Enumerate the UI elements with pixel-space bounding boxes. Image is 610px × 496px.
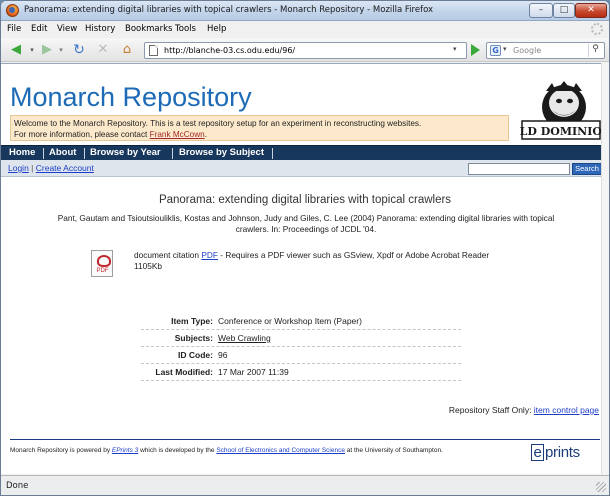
minimize-button[interactable]: – — [529, 3, 553, 18]
search-engine-dropdown[interactable]: ▾ — [503, 45, 507, 53]
create-account-link[interactable]: Create Account — [36, 163, 94, 173]
pdf-link[interactable]: PDF — [201, 250, 218, 260]
eprints-logo[interactable]: e prints — [531, 444, 601, 464]
login-link[interactable]: Login — [8, 163, 29, 173]
menu-tools[interactable]: Tools — [175, 24, 196, 34]
nav-home[interactable]: Home — [9, 147, 35, 158]
site-title: Monarch Repository — [10, 82, 252, 112]
page-content: Monarch Repository Welcome to the Monarc… — [1, 63, 609, 474]
site-nav-menu: Home About Browse by Year Browse by Subj… — [1, 145, 609, 160]
meta-value: 17 Mar 2007 11:39 — [218, 367, 289, 377]
forward-button[interactable]: ▶ — [37, 42, 57, 58]
footer-middle: which is developed by the — [138, 447, 217, 454]
footer-divider — [10, 439, 600, 440]
menu-edit[interactable]: Edit — [31, 24, 47, 34]
menu-file[interactable]: File — [7, 24, 21, 34]
search-icon[interactable]: ⚲ — [588, 44, 602, 57]
document-description: document citation PDF - Requires a PDF v… — [134, 250, 574, 272]
stop-button[interactable]: ✕ — [93, 42, 113, 58]
reload-button[interactable]: ↻ — [69, 42, 89, 58]
doc-suffix: - Requires a PDF viewer such as GSview, … — [217, 250, 490, 260]
doc-size: 1105Kb — [134, 261, 162, 271]
staff-label: Repository Staff Only: — [448, 405, 534, 415]
staff-only-line: Repository Staff Only: item control page — [449, 405, 599, 415]
welcome-contact-prefix: For more information, please contact — [14, 130, 150, 139]
menu-bookmarks[interactable]: Bookmarks — [125, 24, 173, 34]
metadata-table: Item Type: Conference or Workshop Item (… — [141, 313, 461, 381]
menu-help[interactable]: Help — [207, 24, 226, 34]
subject-link[interactable]: Web Crawling — [218, 333, 271, 343]
welcome-line: Welcome to the Monarch Repository. This … — [14, 119, 422, 128]
url-history-dropdown[interactable]: ▾ — [453, 45, 457, 53]
table-row: Item Type: Conference or Workshop Item (… — [141, 313, 461, 330]
table-row: Last Modified: 17 Mar 2007 11:39 — [141, 364, 461, 381]
meta-key: Subjects: — [174, 333, 213, 343]
menu-bar: File Edit View History Bookmarks Tools H… — [1, 21, 609, 38]
activity-throbber-icon — [591, 23, 603, 35]
browser-window: Panorama: extending digital libraries wi… — [0, 0, 610, 496]
doc-prefix: document citation — [134, 250, 202, 260]
vertical-scrollbar[interactable] — [601, 63, 609, 474]
welcome-message: Welcome to the Monarch Repository. This … — [10, 115, 509, 141]
school-link[interactable]: School of Electronics and Computer Scien… — [216, 447, 345, 454]
footer-prefix: Monarch Repository is powered by — [10, 447, 112, 454]
window-title: Panorama: extending digital libraries wi… — [24, 5, 434, 15]
meta-key: Item Type: — [171, 316, 213, 326]
back-button[interactable]: ◀ — [5, 42, 27, 58]
home-button[interactable]: ⌂ — [116, 42, 138, 58]
account-bar: Login | Create Account Search — [1, 160, 609, 177]
site-search-input[interactable] — [468, 163, 570, 175]
back-history-dropdown[interactable]: ▾ — [27, 42, 37, 58]
login-links: Login | Create Account — [8, 163, 94, 173]
eprints-logo-text: prints — [545, 444, 580, 461]
firefox-icon — [6, 4, 19, 17]
nav-browse-by-subject[interactable]: Browse by Subject — [179, 147, 264, 158]
url-text[interactable]: http://blanche-03.cs.odu.edu/96/ — [164, 46, 295, 55]
status-text: Done — [6, 481, 29, 491]
forward-history-dropdown[interactable]: ▾ — [56, 42, 66, 58]
meta-value: Conference or Workshop Item (Paper) — [218, 316, 362, 326]
contact-link[interactable]: Frank McCown — [150, 130, 205, 139]
search-input[interactable]: Google — [513, 46, 541, 55]
meta-key: ID Code: — [178, 350, 213, 360]
table-row: Subjects: Web Crawling — [141, 330, 461, 347]
google-engine-icon[interactable]: G — [490, 45, 501, 56]
navigation-toolbar: ◀ ▾ ▶ ▾ ↻ ✕ ⌂ http://blanche-03.cs.odu.e… — [1, 38, 609, 62]
link-separator: | — [28, 163, 36, 173]
table-row: ID Code: 96 — [141, 347, 461, 364]
close-button[interactable]: ✕ — [575, 3, 607, 18]
meta-key: Last Modified: — [155, 367, 213, 377]
page-icon — [149, 45, 158, 56]
title-bar: Panorama: extending digital libraries wi… — [1, 1, 609, 21]
meta-value: 96 — [218, 350, 228, 360]
welcome-suffix: . — [204, 130, 207, 139]
paper-citation: Pant, Gautam and Tsioutsiouliklis, Kosta… — [57, 213, 555, 234]
search-bar[interactable]: G ▾ Google ⚲ — [486, 42, 605, 59]
paper-title: Panorama: extending digital libraries wi… — [158, 194, 452, 206]
maximize-button[interactable]: □ — [553, 3, 575, 18]
footer-suffix: at the University of Southampton. — [344, 447, 443, 454]
site-search-button[interactable]: Search — [572, 163, 602, 175]
footer-text: Monarch Repository is powered by EPrints… — [10, 446, 485, 455]
item-control-page-link[interactable]: item control page — [534, 405, 599, 415]
nav-about[interactable]: About — [49, 147, 76, 158]
resize-grip-icon[interactable] — [596, 482, 606, 492]
go-arrow-icon[interactable] — [471, 44, 480, 56]
menu-history[interactable]: History — [85, 24, 115, 34]
url-bar[interactable]: http://blanche-03.cs.odu.edu/96/ ▾ — [144, 42, 467, 59]
menu-view[interactable]: View — [57, 24, 77, 34]
status-bar: Done — [1, 475, 609, 495]
eprints-link[interactable]: EPrints 3 — [112, 447, 138, 454]
pdf-icon-label: PDF — [96, 268, 109, 274]
old-dominion-logo: OLD DOMINION — [520, 81, 602, 140]
eprints-logo-e: e — [531, 444, 544, 461]
logo-text: OLD DOMINION — [520, 125, 602, 138]
nav-browse-by-year[interactable]: Browse by Year — [90, 147, 161, 158]
pdf-document-icon[interactable]: PDF — [91, 250, 113, 277]
